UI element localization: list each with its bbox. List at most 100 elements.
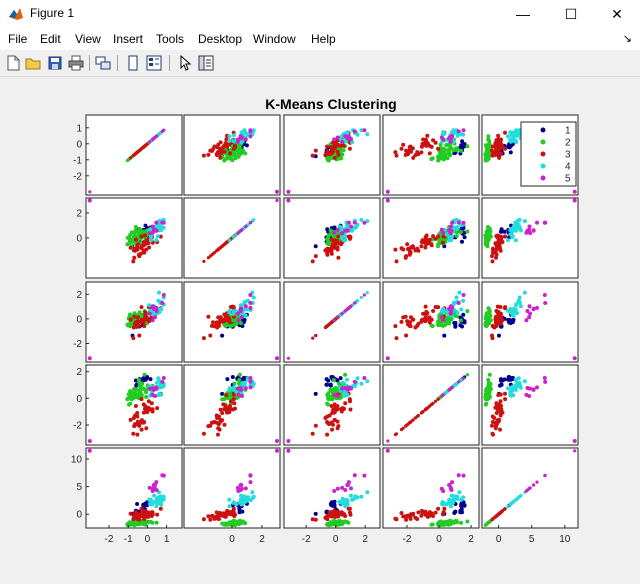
menu-view[interactable]: View xyxy=(75,32,101,46)
scatter-point xyxy=(346,220,351,225)
scatter-point xyxy=(154,305,159,310)
scatter-point xyxy=(286,198,291,203)
scatter-point xyxy=(409,512,413,517)
scatter-point xyxy=(275,448,279,453)
show-plot-tools-icon[interactable] xyxy=(145,54,163,72)
diagonal-point xyxy=(359,295,363,300)
scatter-point xyxy=(403,152,408,157)
scatter-point xyxy=(485,147,490,152)
matlab-app-icon xyxy=(9,8,23,20)
scatter-point xyxy=(332,230,337,235)
scatter-point xyxy=(393,324,398,329)
scatter-point xyxy=(442,147,447,152)
diagonal-point xyxy=(394,432,399,436)
scatter-point xyxy=(239,394,244,398)
scatter-point xyxy=(335,241,340,246)
diagonal-point xyxy=(517,495,521,499)
minimize-button[interactable]: — xyxy=(500,0,546,28)
edit-plot-arrow-icon[interactable] xyxy=(176,54,194,72)
scatter-point xyxy=(485,323,490,328)
scatter-point xyxy=(513,220,518,225)
scatter-point xyxy=(243,151,248,156)
scatter-point xyxy=(325,144,330,149)
scatter-point xyxy=(157,290,161,295)
scatter-point xyxy=(243,304,248,309)
menu-edit[interactable]: Edit xyxy=(40,32,61,46)
scatter-point xyxy=(147,245,152,250)
scatter-point xyxy=(498,413,503,418)
scatter-point xyxy=(408,251,412,256)
scatter-point xyxy=(461,293,466,297)
scatter-point xyxy=(201,517,206,522)
diagonal-point xyxy=(248,221,252,225)
scatter-point xyxy=(218,155,223,160)
print-figure-icon[interactable] xyxy=(67,54,85,72)
menu-window[interactable]: Window xyxy=(253,32,296,46)
new-figure-icon[interactable] xyxy=(4,54,22,72)
scatter-point xyxy=(128,389,133,394)
close-button[interactable]: ✕ xyxy=(594,0,640,28)
scatter-point xyxy=(436,323,441,328)
scatter-point xyxy=(497,333,501,338)
scatter-point xyxy=(310,153,315,158)
scatter-point xyxy=(208,333,213,338)
scatter-point xyxy=(153,315,157,320)
menu-insert[interactable]: Insert xyxy=(113,32,143,46)
scatter-point xyxy=(423,319,428,324)
scatter-point xyxy=(346,480,351,485)
scatter-point xyxy=(522,379,527,384)
scatter-point xyxy=(336,424,341,429)
scatter-point xyxy=(338,500,343,505)
scatter-point xyxy=(494,143,499,148)
save-figure-icon[interactable] xyxy=(46,54,64,72)
scatter-point xyxy=(160,301,165,305)
scatter-point xyxy=(352,129,357,134)
diagonal-point xyxy=(347,306,351,310)
scatter-point xyxy=(507,145,512,150)
scatter-point xyxy=(492,248,497,253)
diagonal-point xyxy=(365,291,369,295)
scatter-point xyxy=(329,500,334,505)
link-plot-icon[interactable] xyxy=(94,54,112,72)
menu-help[interactable]: Help xyxy=(311,32,336,46)
scatter-point xyxy=(153,394,157,398)
scatter-point xyxy=(248,379,253,384)
diagonal-point xyxy=(327,322,331,326)
scatter-point xyxy=(161,293,166,297)
legend-label: 1 xyxy=(565,126,571,137)
scatter-point xyxy=(128,317,133,322)
scatter-point xyxy=(144,395,149,399)
dock-figure-icon[interactable]: ↘ xyxy=(623,32,632,45)
scatter-point xyxy=(335,149,340,154)
scatter-point xyxy=(156,393,161,398)
hide-plot-tools-icon[interactable] xyxy=(124,54,142,72)
scatter-point xyxy=(286,448,291,453)
scatter-point xyxy=(496,149,501,154)
open-property-inspector-icon[interactable] xyxy=(197,54,215,72)
scatter-point xyxy=(310,431,315,436)
menu-tools[interactable]: Tools xyxy=(156,32,184,46)
scatter-point xyxy=(237,378,242,382)
maximize-button[interactable]: ☐ xyxy=(548,0,594,28)
diagonal-point xyxy=(506,504,510,508)
scatter-point xyxy=(527,227,532,232)
scatter-point xyxy=(431,138,436,143)
menu-file[interactable]: File xyxy=(8,32,27,46)
scatter-point xyxy=(531,387,536,392)
scatter-point xyxy=(343,238,348,243)
scatter-point xyxy=(132,424,137,429)
scatter-point xyxy=(313,511,318,516)
open-file-icon[interactable] xyxy=(24,54,42,72)
scatter-point xyxy=(483,402,488,407)
scatter-point xyxy=(514,128,519,133)
menu-desktop[interactable]: Desktop xyxy=(198,32,242,46)
scatter-point xyxy=(335,394,340,398)
scatter-point xyxy=(449,146,454,151)
scatter-point xyxy=(346,134,351,139)
scatter-point xyxy=(340,406,345,411)
x-tick-label: 0 xyxy=(145,534,151,545)
scatter-point xyxy=(362,128,367,133)
scatter-point xyxy=(128,245,133,250)
scatter-point xyxy=(239,151,243,156)
scatter-point xyxy=(456,129,461,134)
